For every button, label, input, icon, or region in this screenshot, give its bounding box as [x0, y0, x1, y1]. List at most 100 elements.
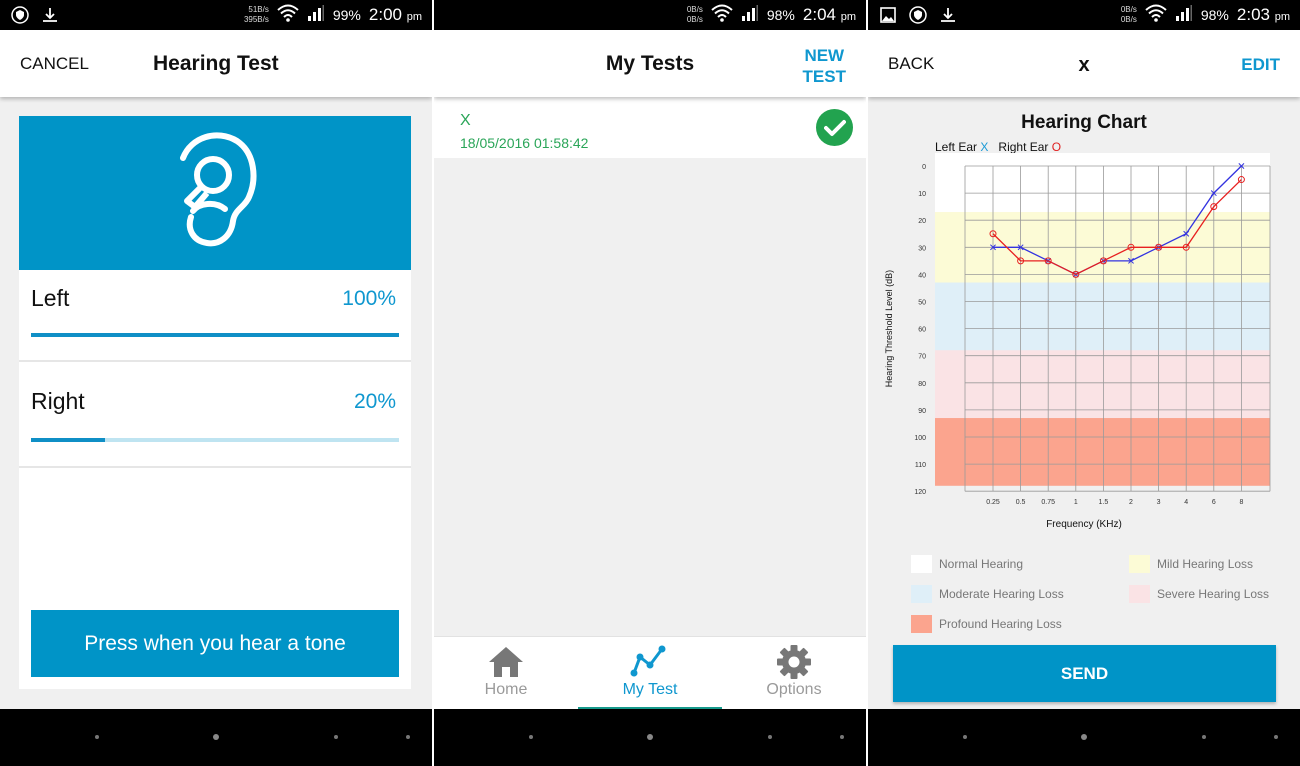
network-speed: 51B/s 395B/s	[243, 5, 269, 24]
band-profound-hearing-loss	[935, 418, 1270, 486]
check-circle-icon	[816, 109, 853, 146]
edit-button[interactable]: EDIT	[1241, 54, 1280, 75]
x-tick-label: 1.5	[1099, 499, 1109, 506]
home-icon	[488, 645, 524, 679]
legend-swatch	[1129, 555, 1150, 573]
y-tick-label: 80	[918, 381, 926, 388]
image-icon	[878, 5, 898, 25]
legend-severe-hearing-loss: Severe Hearing Loss	[1129, 585, 1269, 603]
wifi-icon	[277, 4, 299, 27]
chart-line-icon	[630, 645, 670, 679]
band-severe-hearing-loss	[935, 350, 1270, 419]
legend-swatch	[1129, 585, 1150, 603]
my-tests-screen: 0B/s 0B/s 98% 2:04 pm My Tests NEW TEST X…	[434, 0, 866, 766]
status-bar: 51B/s 395B/s 99% 2:00 pm	[0, 0, 432, 30]
x-tick-label: 0.75	[1041, 499, 1055, 506]
nav-home-dot[interactable]	[1081, 734, 1087, 740]
network-speed: 0B/s 0B/s	[686, 5, 703, 24]
y-tick-label: 60	[918, 327, 926, 334]
app-bar: BACK x EDIT	[868, 30, 1300, 97]
nav-dot[interactable]	[334, 735, 338, 739]
page-title: My Tests	[605, 52, 695, 75]
x-tick-label: 2	[1129, 499, 1133, 506]
audiogram-chart: 0 10 20 30 40 50 60 70 80 90 100 110 120 0.25 0.5 0.75 1…	[884, 153, 1271, 530]
left-ear-label: Left	[31, 285, 70, 311]
nav-home-dot[interactable]	[213, 734, 219, 740]
system-nav-bar	[0, 709, 432, 766]
nav-dot[interactable]	[1274, 735, 1278, 739]
test-list-item[interactable]: X 18/05/2016 01:58:42	[434, 97, 866, 158]
tab-options[interactable]: Options	[722, 637, 866, 710]
legend-mild-hearing-loss: Mild Hearing Loss	[1129, 555, 1253, 573]
wifi-icon	[711, 4, 733, 27]
tab-my-test[interactable]: My Test	[578, 637, 722, 710]
right-ear-progress-fill	[31, 438, 105, 442]
x-axis-label: Frequency (KHz)	[1046, 519, 1122, 530]
legend-swatch	[911, 615, 932, 633]
nav-dot[interactable]	[529, 735, 533, 739]
y-tick-label: 30	[918, 245, 926, 252]
cancel-button[interactable]: CANCEL	[20, 54, 89, 74]
y-tick-label: 70	[918, 354, 926, 361]
tab-home[interactable]: Home	[434, 637, 578, 710]
left-ear-progress-fill	[31, 333, 399, 337]
legend-moderate-hearing-loss: Moderate Hearing Loss	[911, 585, 1064, 603]
right-ear-label: Right	[31, 388, 85, 414]
clock: 2:04 pm	[802, 5, 856, 24]
hearing-test-screen: 51B/s 395B/s 99% 2:00 pm CANCEL Hearing T…	[0, 0, 432, 766]
system-nav-bar	[868, 709, 1300, 766]
signal-icon	[741, 4, 759, 27]
y-tick-label: 90	[918, 408, 926, 415]
legend-swatch	[911, 585, 932, 603]
y-tick-label: 10	[918, 191, 926, 198]
wifi-icon	[1145, 4, 1167, 27]
nav-dot[interactable]	[768, 735, 772, 739]
nav-home-dot[interactable]	[647, 734, 653, 740]
status-bar: 0B/s 0B/s 98% 2:04 pm	[434, 0, 866, 30]
y-axis-label: Hearing Threshold Level (dB)	[884, 270, 894, 387]
y-tick-label: 100	[914, 435, 926, 442]
hearing-chart-screen: 0B/s 0B/s 98% 2:03 pm BACK x EDIT Hearing…	[868, 0, 1300, 766]
send-button[interactable]: SEND	[893, 645, 1276, 702]
x-tick-label: 0.5	[1016, 499, 1026, 506]
signal-icon	[1175, 4, 1193, 27]
x-tick-label: 6	[1212, 499, 1216, 506]
nav-dot[interactable]	[963, 735, 967, 739]
test-list-empty-area	[434, 158, 866, 636]
nav-dot[interactable]	[1202, 735, 1206, 739]
battery-level: 98%	[1200, 7, 1229, 23]
x-tick-label: 3	[1157, 499, 1161, 506]
new-test-button[interactable]: NEW TEST	[803, 45, 846, 87]
download-icon	[938, 5, 958, 25]
test-date: 18/05/2016 01:58:42	[460, 135, 589, 151]
shield-icon	[10, 5, 30, 25]
nav-dot[interactable]	[95, 735, 99, 739]
band-normal-hearing	[935, 153, 1270, 213]
x-tick-label: 0.25	[986, 499, 1000, 506]
test-name: X	[460, 112, 471, 129]
clock: 2:00 pm	[368, 5, 422, 24]
battery-level: 98%	[766, 7, 795, 23]
band-moderate-hearing-loss	[935, 282, 1270, 351]
download-icon	[40, 5, 60, 25]
press-tone-button[interactable]: Press when you hear a tone	[31, 610, 399, 677]
battery-level: 99%	[332, 7, 361, 23]
x-tick-label: 4	[1184, 499, 1188, 506]
right-ear-progress-track	[31, 438, 399, 442]
page-title: x	[1078, 54, 1090, 76]
ear-banner	[19, 116, 411, 270]
app-bar: My Tests NEW TEST	[434, 30, 866, 97]
x-tick-label: 8	[1239, 499, 1243, 506]
bottom-tab-bar: Home My Test Options	[434, 636, 866, 710]
left-ear-progress-track	[31, 333, 399, 337]
chart-title: Hearing Chart	[1021, 112, 1147, 133]
ear-icon	[165, 131, 265, 256]
nav-dot[interactable]	[406, 735, 410, 739]
nav-dot[interactable]	[840, 735, 844, 739]
test-card: Left 100% Right 20% Press when you hear …	[19, 116, 411, 689]
app-bar: CANCEL Hearing Test	[0, 30, 432, 97]
status-bar: 0B/s 0B/s 98% 2:03 pm	[868, 0, 1300, 30]
legend-normal-hearing: Normal Hearing	[911, 555, 1023, 573]
y-tick-label: 50	[918, 300, 926, 307]
y-tick-label: 120	[914, 489, 926, 496]
